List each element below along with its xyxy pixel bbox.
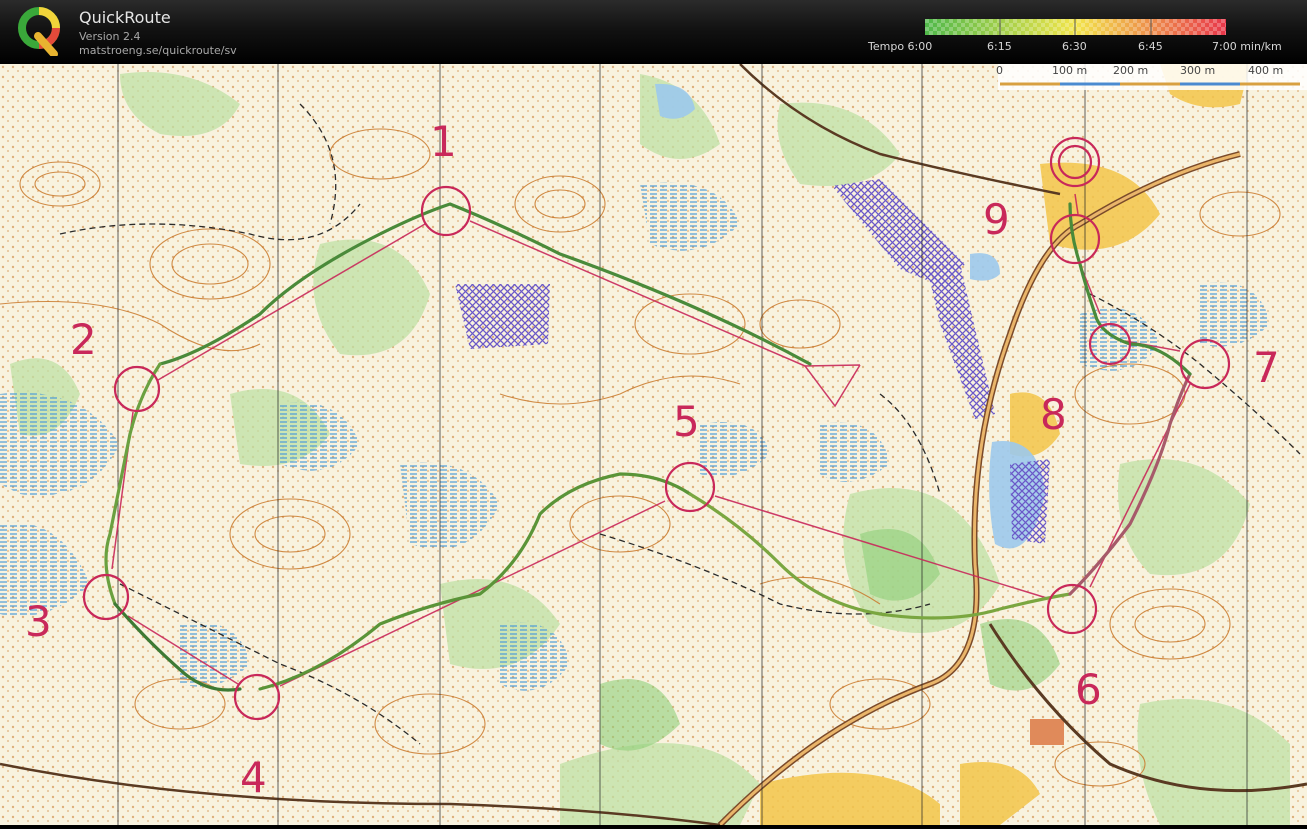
scale-label: 400 m xyxy=(1248,64,1283,77)
map-canvas: 0 100 m 200 m 300 m 400 m 1 2 3 4 5 6 7 … xyxy=(0,63,1307,828)
control-number-4: 4 xyxy=(240,753,267,802)
pace-tick-label: 6:30 xyxy=(1062,40,1087,53)
pace-legend-prefix: Tempo 6:00 xyxy=(868,40,933,53)
control-number-6: 6 xyxy=(1075,665,1102,714)
pace-color-legend xyxy=(925,19,1226,35)
scale-label: 200 m xyxy=(1113,64,1148,77)
control-number-1: 1 xyxy=(430,117,457,166)
pace-tick-label: 6:45 xyxy=(1138,40,1163,53)
pace-tick-label: 6:15 xyxy=(987,40,1012,53)
scale-label: 0 xyxy=(996,64,1003,77)
control-number-3: 3 xyxy=(25,597,52,646)
app-version: Version 2.4 xyxy=(79,30,141,43)
scale-label: 300 m xyxy=(1180,64,1215,77)
building-area xyxy=(1030,719,1064,745)
app-url[interactable]: matstroeng.se/quickroute/sv xyxy=(79,44,237,57)
scale-label: 100 m xyxy=(1052,64,1087,77)
app-header: QuickRoute Version 2.4 matstroeng.se/qui… xyxy=(0,0,1307,64)
pace-legend-max: 7:00 min/km xyxy=(1212,40,1282,53)
control-number-2: 2 xyxy=(70,315,97,364)
control-number-5: 5 xyxy=(673,397,700,446)
scale-bar: 0 100 m 200 m 300 m 400 m xyxy=(996,64,1307,90)
quickroute-logo-icon xyxy=(18,7,60,56)
control-number-9: 9 xyxy=(983,195,1010,244)
control-number-7: 7 xyxy=(1253,343,1280,392)
app-title: QuickRoute xyxy=(79,8,171,27)
orienteering-map[interactable]: 0 100 m 200 m 300 m 400 m 1 2 3 4 5 6 7 … xyxy=(0,63,1307,828)
control-number-8: 8 xyxy=(1040,390,1067,439)
